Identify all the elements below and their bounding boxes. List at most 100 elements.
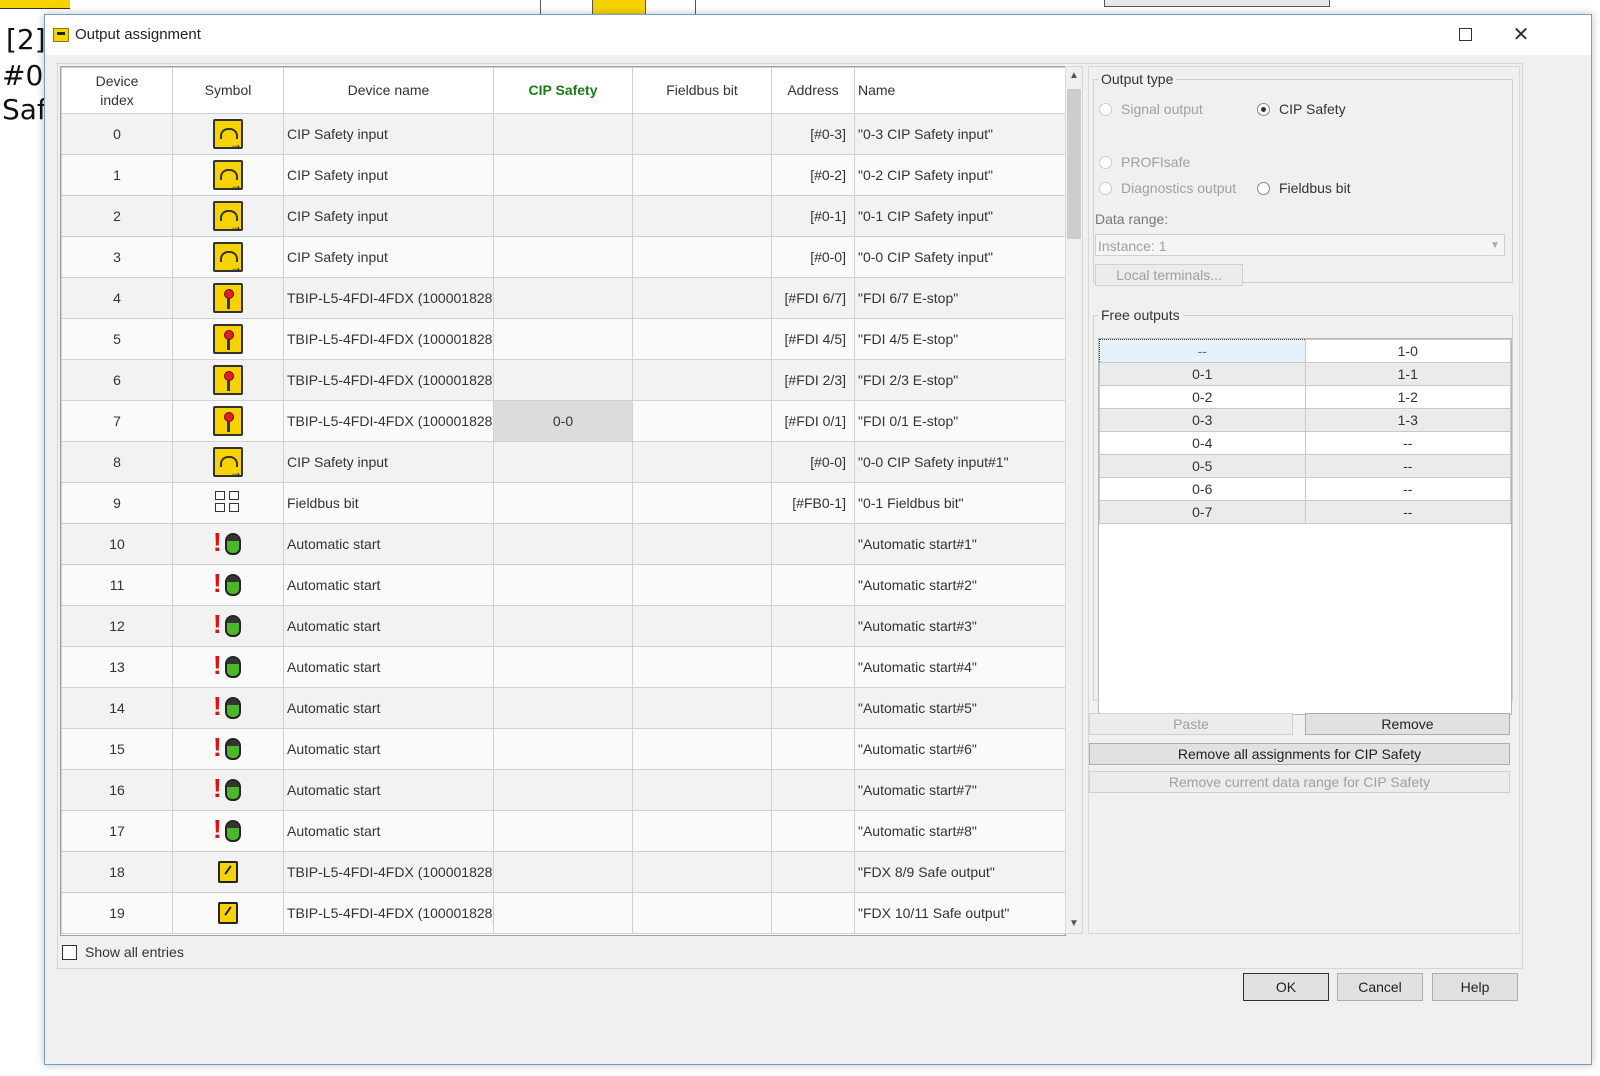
device-index-cell[interactable]: 19 — [61, 892, 173, 934]
column-name[interactable]: Name — [854, 67, 1065, 114]
address-cell[interactable] — [771, 810, 855, 852]
device-name-cell[interactable]: TBIP-L5-4FDI-4FDX (100001828) — [283, 318, 494, 360]
column-device-name[interactable]: Device name — [283, 67, 494, 114]
fieldbus-bit-cell[interactable] — [632, 195, 772, 237]
fieldbus-bit-cell[interactable] — [632, 236, 772, 278]
device-index-cell[interactable]: 9 — [61, 482, 173, 524]
table-row[interactable]: 6 TBIP-L5-4FDI-4FDX (100001828) [#FDI 2/3]… — [61, 359, 1065, 401]
free-output-cell[interactable]: 1-0 — [1304, 339, 1511, 363]
table-row[interactable]: 5 TBIP-L5-4FDI-4FDX (100001828) [#FDI 4/5]… — [61, 318, 1065, 360]
cip-safety-cell[interactable] — [493, 277, 633, 319]
device-name-cell[interactable]: CIP Safety input — [283, 113, 494, 155]
fieldbus-bit-cell[interactable] — [632, 359, 772, 401]
name-cell[interactable]: "0-2 CIP Safety input" — [854, 154, 1065, 196]
help-button[interactable]: Help — [1432, 973, 1518, 1001]
symbol-cell[interactable] — [172, 359, 284, 401]
column-cip-safety[interactable]: CIP Safety — [493, 67, 633, 114]
fieldbus-bit-cell[interactable] — [632, 441, 772, 483]
symbol-cell[interactable]: ! — [172, 564, 284, 606]
cip-safety-cell[interactable] — [493, 359, 633, 401]
address-cell[interactable]: [#0-1] — [771, 195, 855, 237]
device-index-cell[interactable]: 18 — [61, 851, 173, 893]
device-name-cell[interactable]: TBIP-L5-4FDI-4FDX (100001828) — [283, 359, 494, 401]
device-name-cell[interactable]: CIP Safety input — [283, 154, 494, 196]
device-index-cell[interactable]: 2 — [61, 195, 173, 237]
free-output-cell[interactable]: 0-2 — [1099, 385, 1306, 409]
name-cell[interactable]: "0-0 CIP Safety input" — [854, 236, 1065, 278]
free-output-cell[interactable]: 0-7 — [1099, 500, 1306, 524]
device-index-cell[interactable]: 6 — [61, 359, 173, 401]
fieldbus-bit-cell[interactable] — [632, 154, 772, 196]
profisafe-radio[interactable]: PROFIsafe — [1099, 154, 1190, 170]
table-row[interactable]: 3 CIP Safety input [#0-0]"0-0 CIP Safety i… — [61, 236, 1065, 278]
table-row[interactable]: 18 TBIP-L5-4FDI-4FDX (100001828) "FDX 8/9 … — [61, 851, 1065, 893]
device-index-cell[interactable]: 8 — [61, 441, 173, 483]
free-output-cell[interactable]: -- — [1304, 431, 1511, 455]
device-name-cell[interactable]: Automatic start — [283, 523, 494, 565]
device-name-cell[interactable]: TBIP-L5-4FDI-4FDX (100001828) — [283, 892, 494, 934]
name-cell[interactable]: "Automatic start#3" — [854, 605, 1065, 647]
symbol-cell[interactable]: ! — [172, 605, 284, 647]
remove-button[interactable]: Remove — [1305, 713, 1510, 735]
free-output-cell[interactable]: -- — [1099, 339, 1306, 363]
cip-safety-cell[interactable] — [493, 810, 633, 852]
fieldbus-bit-cell[interactable] — [632, 482, 772, 524]
free-output-row[interactable]: 0-1 1-1 — [1099, 362, 1511, 386]
diagnostics-output-radio[interactable]: Diagnostics output — [1099, 180, 1236, 196]
data-range-combobox[interactable]: Instance: 1 ▼ — [1095, 234, 1505, 256]
fieldbus-bit-cell[interactable] — [632, 646, 772, 688]
cip-safety-cell[interactable] — [493, 769, 633, 811]
name-cell[interactable]: "Automatic start#6" — [854, 728, 1065, 770]
device-name-cell[interactable]: Automatic start — [283, 728, 494, 770]
device-name-cell[interactable]: Automatic start — [283, 769, 494, 811]
free-output-cell[interactable]: 1-2 — [1304, 385, 1511, 409]
cip-safety-cell[interactable]: 0-0 — [493, 400, 633, 442]
address-cell[interactable]: [#FDI 2/3] — [771, 359, 855, 401]
fieldbus-bit-cell[interactable] — [632, 605, 772, 647]
address-cell[interactable] — [771, 646, 855, 688]
cip-safety-cell[interactable] — [493, 728, 633, 770]
address-cell[interactable] — [771, 564, 855, 606]
free-output-cell[interactable]: -- — [1304, 500, 1511, 524]
remove-all-assignments-button[interactable]: Remove all assignments for CIP Safety — [1089, 743, 1510, 765]
device-index-cell[interactable]: 1 — [61, 154, 173, 196]
column-address[interactable]: Address — [771, 67, 855, 114]
name-cell[interactable]: "FDI 0/1 E-stop" — [854, 400, 1065, 442]
device-index-cell[interactable]: 13 — [61, 646, 173, 688]
fieldbus-bit-cell[interactable] — [632, 400, 772, 442]
table-row[interactable]: 2 CIP Safety input [#0-1]"0-1 CIP Safety i… — [61, 195, 1065, 237]
table-row[interactable]: 8 CIP Safety input [#0-0]"0-0 CIP Safety i… — [61, 441, 1065, 483]
cip-safety-cell[interactable] — [493, 851, 633, 893]
free-output-cell[interactable]: 0-4 — [1099, 431, 1306, 455]
address-cell[interactable] — [771, 769, 855, 811]
device-name-cell[interactable]: TBIP-L5-4FDI-4FDX (100001828) — [283, 851, 494, 893]
name-cell[interactable]: "Automatic start#7" — [854, 769, 1065, 811]
table-row[interactable]: 14! Automatic start "Automatic start#5" — [61, 687, 1065, 729]
cip-safety-cell[interactable] — [493, 605, 633, 647]
device-name-cell[interactable]: Automatic start — [283, 646, 494, 688]
scrollbar-thumb[interactable] — [1067, 89, 1081, 239]
address-cell[interactable] — [771, 523, 855, 565]
device-index-cell[interactable]: 16 — [61, 769, 173, 811]
scroll-down-icon[interactable]: ▼ — [1066, 916, 1082, 932]
address-cell[interactable]: [#0-2] — [771, 154, 855, 196]
name-cell[interactable]: "Automatic start#8" — [854, 810, 1065, 852]
ok-button[interactable]: OK — [1243, 973, 1329, 1001]
device-name-cell[interactable]: CIP Safety input — [283, 236, 494, 278]
grid-vertical-scrollbar[interactable]: ▲ ▼ — [1065, 66, 1083, 934]
table-row[interactable]: 0 CIP Safety input [#0-3]"0-3 CIP Safety i… — [61, 113, 1065, 155]
symbol-cell[interactable] — [172, 482, 284, 524]
fieldbus-bit-cell[interactable] — [632, 728, 772, 770]
signal-output-radio[interactable]: Signal output — [1099, 101, 1203, 117]
free-output-cell[interactable]: -- — [1304, 454, 1511, 478]
address-cell[interactable] — [771, 851, 855, 893]
cip-safety-cell[interactable] — [493, 154, 633, 196]
cip-safety-cell[interactable] — [493, 892, 633, 934]
symbol-cell[interactable] — [172, 277, 284, 319]
name-cell[interactable]: "FDI 6/7 E-stop" — [854, 277, 1065, 319]
device-index-cell[interactable]: 3 — [61, 236, 173, 278]
symbol-cell[interactable]: ! — [172, 728, 284, 770]
table-row[interactable]: 1 CIP Safety input [#0-2]"0-2 CIP Safety i… — [61, 154, 1065, 196]
cip-safety-cell[interactable] — [493, 195, 633, 237]
free-output-cell[interactable]: 1-1 — [1304, 362, 1511, 386]
